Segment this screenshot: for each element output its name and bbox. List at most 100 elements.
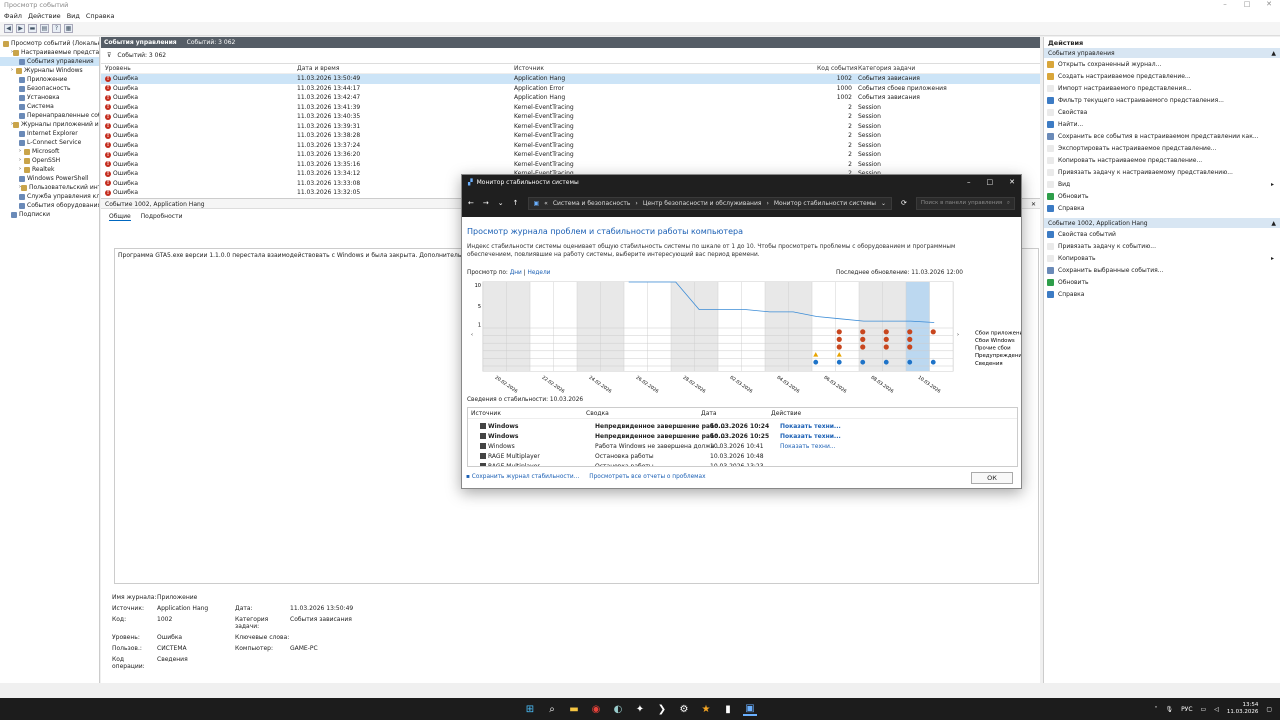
scroll-right-icon[interactable]: ›	[957, 332, 959, 338]
info-marker[interactable]	[930, 359, 936, 365]
settings-icon[interactable]: ⚙	[677, 702, 691, 716]
app-arrow-icon[interactable]: ❯	[655, 702, 669, 716]
forward-icon[interactable]: ▶	[16, 24, 25, 33]
col-source[interactable]: Источник	[514, 65, 817, 72]
panel-icon[interactable]: ▦	[64, 24, 73, 33]
action-item[interactable]: Копировать настраиваемое представление..…	[1044, 154, 1280, 166]
event-viewer-taskbar-icon[interactable]: ▣	[743, 702, 757, 716]
menu-help[interactable]: Справка	[86, 12, 115, 21]
info-marker[interactable]	[836, 359, 842, 365]
col-rl-date[interactable]: Дата	[701, 410, 771, 417]
error-marker[interactable]	[836, 344, 842, 350]
action-item[interactable]: Свойства	[1044, 106, 1280, 118]
nav-up-icon[interactable]: ↑	[513, 199, 519, 207]
action-item[interactable]: Фильтр текущего настраиваемого представл…	[1044, 94, 1280, 106]
tree-item[interactable]: L-Connect Service	[0, 138, 99, 147]
table-row[interactable]: ! Ошибка 11.03.2026 13:36:20 Kernel-EventTr…	[101, 150, 1040, 160]
close-icon[interactable]: ✕	[1258, 0, 1280, 11]
error-marker[interactable]	[930, 329, 936, 335]
refresh-icon[interactable]: ⟳	[901, 199, 907, 207]
network-icon[interactable]: ▭	[1201, 706, 1207, 713]
day-column[interactable]	[718, 282, 742, 371]
rl-action[interactable]: Показать техни...	[780, 423, 860, 430]
col-level[interactable]: Уровень	[105, 65, 297, 72]
breadcrumb-system-security[interactable]: Система и безопасность	[553, 200, 631, 207]
tree-item[interactable]: Подписки	[0, 210, 99, 219]
ok-button[interactable]: ОК	[971, 472, 1013, 484]
save-history-link[interactable]: ▪ Сохранить журнал стабильности...	[466, 474, 579, 480]
tree-item[interactable]: › Microsoft	[0, 147, 99, 156]
day-column[interactable]	[882, 282, 907, 371]
day-column[interactable]	[671, 282, 695, 371]
error-marker[interactable]	[907, 344, 913, 350]
tree-item[interactable]: Перенаправленные соб	[0, 111, 99, 120]
tray-chevron-icon[interactable]: ˄	[1154, 706, 1157, 713]
menu-file[interactable]: Файл	[4, 12, 22, 21]
action-item[interactable]: Обновить	[1044, 190, 1280, 202]
rm-close-icon[interactable]: ✕	[1009, 178, 1015, 186]
tree-item[interactable]: Безопасность	[0, 84, 99, 93]
nav-recent-icon[interactable]: ⌄	[498, 199, 504, 207]
language-indicator[interactable]: РУС	[1181, 706, 1192, 713]
error-marker[interactable]	[836, 336, 842, 342]
view-days-link[interactable]: Дни	[510, 270, 522, 276]
back-icon[interactable]: ◀	[4, 24, 13, 33]
rage-mp-icon[interactable]: ★	[699, 702, 713, 716]
day-column[interactable]	[506, 282, 531, 371]
info-marker[interactable]	[883, 359, 889, 365]
tree-item[interactable]: Просмотр событий (Локальн	[0, 39, 99, 48]
table-row[interactable]: ! Ошибка 11.03.2026 13:41:39 Kernel-EventTr…	[101, 103, 1040, 113]
action-item[interactable]: Открыть сохраненный журнал...	[1044, 58, 1280, 70]
error-marker[interactable]	[860, 344, 866, 350]
error-marker[interactable]	[836, 329, 842, 335]
view-weeks-link[interactable]: Недели	[527, 270, 550, 276]
info-marker[interactable]	[860, 359, 866, 365]
error-marker[interactable]	[907, 336, 913, 342]
start-icon[interactable]: ⊞	[523, 702, 537, 716]
minimize-icon[interactable]: –	[1214, 0, 1236, 11]
tree-item[interactable]: › OpenSSH	[0, 156, 99, 165]
day-column[interactable]	[788, 282, 813, 371]
table-row[interactable]: ! Ошибка 11.03.2026 13:38:28 Kernel-EventTr…	[101, 131, 1040, 141]
collapse-icon[interactable]: ▲	[1271, 50, 1276, 57]
tree-item[interactable]: › Realtek	[0, 165, 99, 174]
table-row[interactable]: ! Ошибка 11.03.2026 13:40:35 Kernel-EventTr…	[101, 112, 1040, 122]
day-column[interactable]	[647, 282, 672, 371]
menu-action[interactable]: Действие	[28, 12, 61, 21]
app-icon[interactable]: ▮	[721, 702, 735, 716]
action-item[interactable]: Справка	[1044, 288, 1280, 300]
day-column[interactable]	[741, 282, 766, 371]
list-item[interactable]: RAGE Multiplayer Остановка работы 10.03.20…	[468, 461, 1017, 466]
day-column[interactable]	[835, 282, 860, 371]
console-tree-icon[interactable]: ▤	[40, 24, 49, 33]
tree-item[interactable]: › Журналы приложений и с	[0, 120, 99, 129]
actions-section-view[interactable]: События управления ▲	[1044, 48, 1280, 58]
day-column[interactable]	[553, 282, 578, 371]
tree-item[interactable]: Windows PowerShell	[0, 174, 99, 183]
file-explorer-icon[interactable]: ▬	[567, 702, 581, 716]
day-column[interactable]	[929, 282, 954, 371]
error-marker[interactable]	[883, 336, 889, 342]
day-column[interactable]	[765, 282, 789, 371]
scroll-left-icon[interactable]: ‹	[471, 332, 473, 338]
action-item[interactable]: Создать настраиваемое представление...	[1044, 70, 1280, 82]
col-datetime[interactable]: Дата и время	[297, 65, 514, 72]
table-row[interactable]: ! Ошибка 11.03.2026 13:39:31 Kernel-EventTr…	[101, 122, 1040, 132]
filter-icon[interactable]: ⊽	[107, 52, 111, 59]
action-item[interactable]: Привязать задачу к настраиваемому предст…	[1044, 166, 1280, 178]
action-item[interactable]: Сохранить выбранные события...	[1044, 264, 1280, 276]
volume-icon[interactable]: ◁	[1214, 706, 1219, 713]
action-item[interactable]: Импорт настраиваемого представления...	[1044, 82, 1280, 94]
action-item[interactable]: Сохранить все события в настраиваемом пр…	[1044, 130, 1280, 142]
maximize-icon[interactable]: □	[1236, 0, 1258, 11]
col-category[interactable]: Категория задачи	[858, 65, 1038, 72]
tree-item[interactable]: Служба управления кл	[0, 192, 99, 201]
action-item[interactable]: Обновить	[1044, 276, 1280, 288]
col-rl-summary[interactable]: Сводка	[586, 410, 701, 417]
error-marker[interactable]	[860, 336, 866, 342]
help-icon[interactable]: ?	[52, 24, 61, 33]
rl-action[interactable]: Показать техни...	[780, 443, 860, 450]
detail-close-icon[interactable]: ✕	[1031, 201, 1036, 208]
tree-item[interactable]: События управления	[0, 57, 99, 66]
steam-icon[interactable]: ◐	[611, 702, 625, 716]
